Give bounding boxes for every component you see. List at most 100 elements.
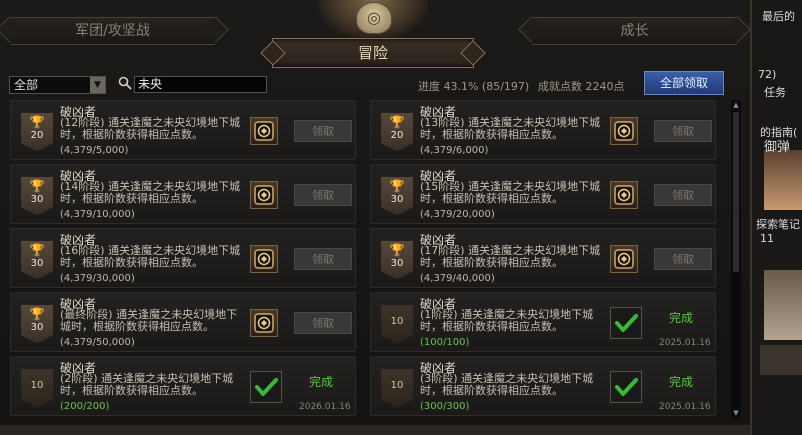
claim-button[interactable]: 领取 — [654, 120, 712, 142]
achievement-description: (2阶段) 通关逢魔之未央幻境地下城时，根据阶数获得相应点数。 — [60, 372, 234, 397]
trophy-icon: 🏆 — [389, 179, 405, 193]
points-badge: 10 — [381, 369, 413, 407]
claim-button[interactable]: 领取 — [654, 184, 712, 206]
completed-box — [610, 307, 642, 339]
reward-box — [610, 245, 638, 273]
achievement-card: 🏆 30 破凶者 (最终阶段) 通关逢魔之未央幻境地下城时，根据阶数获得相应点数。 (4… — [10, 292, 356, 352]
side-text-3: 任务 — [764, 86, 786, 99]
claim-button[interactable]: 领取 — [654, 248, 712, 270]
compass-emblem-icon: ◎ — [356, 2, 392, 34]
tab-legion-siege[interactable]: 军团/攻坚战 — [10, 17, 215, 45]
achievement-progress: (200/200) — [60, 401, 110, 412]
claim-button[interactable]: 领取 — [294, 248, 352, 270]
achievement-card: 10 破凶者 (1阶段) 通关逢魔之未央幻境地下城时，根据阶数获得相应点数。 (100… — [370, 292, 716, 352]
category-dropdown[interactable]: 全部 ▼ — [9, 76, 106, 94]
points-value: 30 — [30, 194, 44, 205]
reward-box — [610, 181, 638, 209]
points-value: 30 — [30, 322, 44, 333]
reward-box — [610, 117, 638, 145]
tab-growth[interactable]: 成长 — [532, 17, 737, 45]
achievement-description: (最终阶段) 通关逢魔之未央幻境地下城时，根据阶数获得相应点数。 — [60, 308, 238, 333]
achievement-points-text: 成就点数 2240点 — [538, 80, 625, 93]
trophy-icon: 🏆 — [29, 179, 45, 193]
points-badge: 🏆 30 — [21, 241, 53, 279]
reward-emblem-icon — [614, 121, 634, 141]
achievement-list-left: 🏆 20 破凶者 (12阶段) 通关逢魔之未央幻境地下城时，根据阶数获得相应点数。 (4… — [10, 100, 356, 420]
reward-emblem-icon — [254, 121, 274, 141]
completed-date: 2026.01.16 — [299, 402, 351, 412]
completed-box — [250, 371, 282, 403]
side-text-2: 72) — [758, 68, 777, 81]
points-value: 20 — [390, 130, 404, 141]
chevron-down-icon[interactable]: ▼ — [90, 77, 105, 93]
trophy-icon: 🏆 — [29, 307, 45, 321]
achievement-progress: (4,379/20,000) — [420, 209, 495, 220]
scroll-up-icon[interactable]: ▲ — [731, 100, 741, 110]
checkmark-icon — [615, 378, 638, 396]
points-badge: 🏆 30 — [21, 177, 53, 215]
list-scrollbar[interactable]: ▲ ▼ — [731, 100, 741, 418]
claim-button[interactable]: 领取 — [294, 184, 352, 206]
points-value: 20 — [30, 130, 44, 141]
reward-box — [250, 117, 278, 145]
trophy-icon: 🏆 — [389, 243, 405, 257]
side-icons — [760, 345, 802, 375]
side-text-5: 御弹 — [764, 140, 791, 155]
checkmark-icon — [255, 378, 278, 396]
side-text-1: 最后的 — [762, 10, 795, 23]
trophy-icon: 🏆 — [29, 243, 45, 257]
achievement-progress: (4,379/50,000) — [60, 337, 135, 348]
points-value: 10 — [390, 316, 404, 327]
reward-box — [250, 309, 278, 337]
points-value: 10 — [390, 380, 404, 391]
achievement-card: 🏆 30 破凶者 (15阶段) 通关逢魔之未央幻境地下城时，根据阶数获得相应点数。 (4… — [370, 164, 716, 224]
claim-all-button[interactable]: 全部领取 — [644, 71, 724, 95]
tab-adventure[interactable]: 冒险 — [272, 38, 474, 68]
achievement-description: (17阶段) 通关逢魔之未央幻境地下城时，根据阶数获得相应点数。 — [420, 244, 601, 269]
achievement-card: 🏆 20 破凶者 (13阶段) 通关逢魔之未央幻境地下城时，根据阶数获得相应点数。 (4… — [370, 100, 716, 160]
progress-text: 进度 43.1% (85/197) — [418, 80, 530, 93]
achievement-panel: 军团/攻坚战 ◎ 成长 冒险 全部 ▼ 未央 进度 43.1% (85/197)… — [0, 0, 752, 435]
achievement-description: (13阶段) 通关逢魔之未央幻境地下城时，根据阶数获得相应点数。 — [420, 116, 601, 141]
achievement-progress: (4,379/30,000) — [60, 273, 135, 284]
achievement-description: (3阶段) 通关逢魔之未央幻境地下城时，根据阶数获得相应点数。 — [420, 372, 594, 397]
points-badge: 🏆 20 — [381, 113, 413, 151]
claim-button[interactable]: 领取 — [294, 312, 352, 334]
points-value: 30 — [30, 258, 44, 269]
points-badge: 🏆 20 — [21, 113, 53, 151]
search-icon — [118, 76, 132, 90]
achievement-progress: (100/100) — [420, 337, 470, 348]
scroll-thumb[interactable] — [733, 112, 739, 272]
completed-date: 2025.01.16 — [659, 402, 711, 412]
completed-box — [610, 371, 642, 403]
completed-label: 完成 — [669, 311, 694, 325]
completed-date: 2025.01.16 — [659, 338, 711, 348]
points-value: 10 — [30, 380, 44, 391]
scroll-down-icon[interactable]: ▼ — [731, 408, 741, 418]
reward-emblem-icon — [614, 249, 634, 269]
achievement-card: 10 破凶者 (2阶段) 通关逢魔之未央幻境地下城时，根据阶数获得相应点数。 (200… — [10, 356, 356, 416]
achievement-progress: (300/300) — [420, 401, 470, 412]
achievement-description: (12阶段) 通关逢魔之未央幻境地下城时，根据阶数获得相应点数。 — [60, 116, 241, 141]
claim-button[interactable]: 领取 — [294, 120, 352, 142]
achievement-progress: (4,379/10,000) — [60, 209, 135, 220]
side-text-7: 11 — [760, 232, 774, 245]
achievement-description: (1阶段) 通关逢魔之未央幻境地下城时，根据阶数获得相应点数。 — [420, 308, 594, 333]
achievement-description: (14阶段) 通关逢魔之未央幻境地下城时，根据阶数获得相应点数。 — [60, 180, 241, 205]
achievement-card: 🏆 30 破凶者 (17阶段) 通关逢魔之未央幻境地下城时，根据阶数获得相应点数。 (4… — [370, 228, 716, 288]
search-input[interactable]: 未央 — [134, 76, 267, 93]
achievement-description: (15阶段) 通关逢魔之未央幻境地下城时，根据阶数获得相应点数。 — [420, 180, 601, 205]
reward-box — [250, 245, 278, 273]
achievement-list-right: 🏆 20 破凶者 (13阶段) 通关逢魔之未央幻境地下城时，根据阶数获得相应点数。 (4… — [370, 100, 716, 420]
bottom-frame — [0, 425, 750, 435]
trophy-icon: 🏆 — [389, 115, 405, 129]
side-portrait — [764, 150, 802, 210]
achievement-description: (16阶段) 通关逢魔之未央幻境地下城时，根据阶数获得相应点数。 — [60, 244, 241, 269]
achievement-card: 🏆 20 破凶者 (12阶段) 通关逢魔之未央幻境地下城时，根据阶数获得相应点数。 (4… — [10, 100, 356, 160]
reward-emblem-icon — [254, 313, 274, 333]
points-value: 30 — [390, 258, 404, 269]
checkmark-icon — [615, 314, 638, 332]
completed-label: 完成 — [309, 375, 334, 389]
reward-emblem-icon — [254, 249, 274, 269]
achievement-card: 🏆 30 破凶者 (16阶段) 通关逢魔之未央幻境地下城时，根据阶数获得相应点数。 (4… — [10, 228, 356, 288]
